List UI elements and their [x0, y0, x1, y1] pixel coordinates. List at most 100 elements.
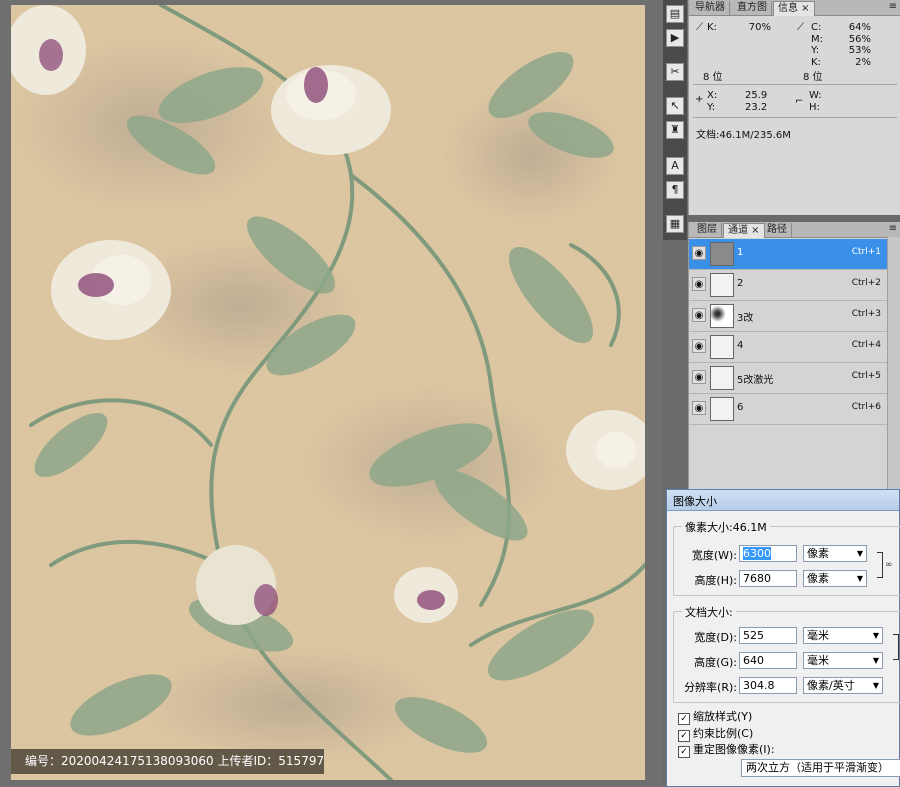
channel-shortcut: Ctrl+3 [851, 309, 881, 319]
scale-styles-checkbox[interactable]: ✓ 缩放样式(Y) [678, 708, 753, 725]
channel-shortcut: Ctrl+2 [851, 278, 881, 288]
channels-scrollbar[interactable] [887, 237, 900, 492]
image-size-dialog: 图像大小 像素大小:46.1M 宽度(W): 6300 像素 ▼ 高度(H): 7… [666, 489, 900, 787]
channel-shortcut: Ctrl+5 [851, 371, 881, 381]
dialog-titlebar[interactable]: 图像大小 [667, 490, 899, 511]
info-panel: 导航器 直方图 信息 × ≡ ⟋ K: 70% 8 位 ⟋ C: 64% M: … [688, 0, 900, 215]
channel-row[interactable]: ◉ 5改激光 Ctrl+5 [689, 363, 887, 394]
info-panel-tabs: 导航器 直方图 信息 × ≡ [689, 0, 900, 16]
channel-row[interactable]: ◉ 4 Ctrl+4 [689, 332, 887, 363]
channel-thumbnail [710, 335, 734, 359]
channel-thumbnail [710, 242, 734, 266]
magenta-label: M: [811, 34, 823, 45]
channel-thumbnail [710, 397, 734, 421]
bit-depth-right: 8 位 [803, 72, 823, 83]
gray-k-label: K: [707, 22, 717, 33]
check-icon[interactable]: ✓ [678, 713, 690, 725]
dialog-title: 图像大小 [673, 495, 717, 508]
channel-name: 5改激光 [737, 375, 774, 386]
crosshair-icon: + [695, 94, 704, 105]
channel-thumbnail [710, 304, 734, 328]
scale-styles-label: 缩放样式(Y) [693, 710, 753, 723]
tab-paths[interactable]: 路径 [763, 223, 792, 237]
resolution-label: 分辨率(R): [684, 681, 737, 694]
floral-artwork[interactable] [11, 5, 645, 780]
pixel-width-input[interactable]: 6300 [739, 545, 797, 562]
channel-name: 4 [737, 340, 744, 351]
stamp-icon[interactable]: ♜ [666, 121, 684, 139]
y-coord-value: 23.2 [745, 102, 768, 113]
tab-info[interactable]: 信息 × [773, 1, 815, 16]
channel-row[interactable]: ◉ 6 Ctrl+6 [689, 394, 887, 425]
tab-histogram[interactable]: 直方图 [733, 1, 772, 15]
pixel-height-unit-select[interactable]: 像素 ▼ [803, 570, 867, 587]
layers-icon[interactable]: ▦ [666, 215, 684, 233]
pixel-height-input[interactable]: 7680 [739, 570, 797, 587]
width-label: W: [809, 90, 822, 101]
tab-channels[interactable]: 通道 × [723, 223, 765, 238]
channel-row[interactable]: ◉ 1 Ctrl+1 [689, 239, 887, 270]
black-value: 2% [855, 57, 871, 68]
document-size-label: 文档大小: [682, 604, 736, 620]
channel-thumbnail [710, 273, 734, 297]
resample-method-select[interactable]: 两次立方（适用于平滑渐变） [741, 759, 900, 777]
doc-height-input[interactable]: 640 [739, 652, 797, 669]
constrain-proportions-checkbox[interactable]: ✓ 约束比例(C) [678, 725, 754, 742]
doc-width-label: 宽度(D): [694, 631, 737, 644]
cyan-value: 64% [848, 22, 871, 33]
x-label: X: [707, 90, 718, 101]
channel-row[interactable]: ◉ 2 Ctrl+2 [689, 270, 887, 301]
eye-icon[interactable]: ◉ [692, 277, 706, 291]
text-icon[interactable]: A [666, 157, 684, 175]
play-icon[interactable]: ▶ [666, 29, 684, 47]
document-size-info: 文档:46.1M/235.6M [696, 130, 791, 141]
doc-link-bracket [893, 634, 899, 660]
channel-shortcut: Ctrl+6 [851, 402, 881, 412]
channel-name: 6 [737, 402, 744, 413]
cursor-icon[interactable]: ↖ [666, 97, 684, 115]
constrain-label: 约束比例(C) [693, 727, 754, 740]
height-label: H: [809, 102, 820, 113]
eyedropper-cmyk-icon: ⟋ [797, 22, 804, 33]
eye-icon[interactable]: ◉ [692, 308, 706, 322]
pixel-dimensions-label: 像素大小:46.1M [682, 519, 770, 535]
x-value: 25.9 [745, 90, 768, 101]
check-icon[interactable]: ✓ [678, 746, 690, 758]
tab-navigator[interactable]: 导航器 [691, 1, 730, 15]
panel-menu-icon[interactable]: ≡ [889, 1, 897, 12]
channel-thumbnail [710, 366, 734, 390]
tab-layers[interactable]: 图层 [693, 223, 722, 237]
eyedropper-icon: ⟋ [696, 22, 703, 33]
histogram-icon[interactable]: ▤ [666, 5, 684, 23]
resample-label: 重定图像像素(I): [693, 743, 775, 756]
doc-width-input[interactable]: 525 [739, 627, 797, 644]
resolution-unit-select[interactable]: 像素/英寸 ▼ [803, 677, 883, 694]
eye-icon[interactable]: ◉ [692, 246, 706, 260]
info-divider-2 [693, 117, 897, 118]
channel-shortcut: Ctrl+4 [851, 340, 881, 350]
doc-height-unit-select[interactable]: 毫米 ▼ [803, 652, 883, 669]
cyan-label: C: [811, 22, 822, 33]
eye-icon[interactable]: ◉ [692, 401, 706, 415]
eye-icon[interactable]: ◉ [692, 339, 706, 353]
pixel-width-unit-select[interactable]: 像素 ▼ [803, 545, 867, 562]
doc-width-unit-select[interactable]: 毫米 ▼ [803, 627, 883, 644]
info-divider [693, 84, 897, 85]
scissors-icon[interactable]: ✂ [666, 63, 684, 81]
channel-name: 2 [737, 278, 744, 289]
eye-icon[interactable]: ◉ [692, 370, 706, 384]
resample-checkbox[interactable]: ✓ 重定图像像素(I): [678, 741, 775, 758]
channel-shortcut: Ctrl+1 [851, 247, 881, 257]
channel-row[interactable]: ◉ 3改 Ctrl+3 [689, 301, 887, 332]
collapsed-panel-strip: ▤ ▶ ✂ ↖ ♜ A ¶ ▦ [663, 0, 687, 240]
chain-link-icon: ∞ [885, 560, 893, 570]
resolution-input[interactable]: 304.8 [739, 677, 797, 694]
channel-name: 3改 [737, 313, 754, 324]
gray-k-value: 70% [748, 22, 771, 33]
channels-panel: 图层 通道 × 路径 ≡ ◉ 1 Ctrl+1 ◉ 2 Ctrl+2 ◉ 3改 Ctrl+3 ◉ 4… [688, 222, 900, 492]
panel-menu-icon[interactable]: ≡ [889, 223, 897, 234]
black-label: K: [811, 57, 821, 68]
floral-pattern-image [11, 5, 645, 780]
paragraph-icon[interactable]: ¶ [666, 181, 684, 199]
magenta-value: 56% [848, 34, 871, 45]
